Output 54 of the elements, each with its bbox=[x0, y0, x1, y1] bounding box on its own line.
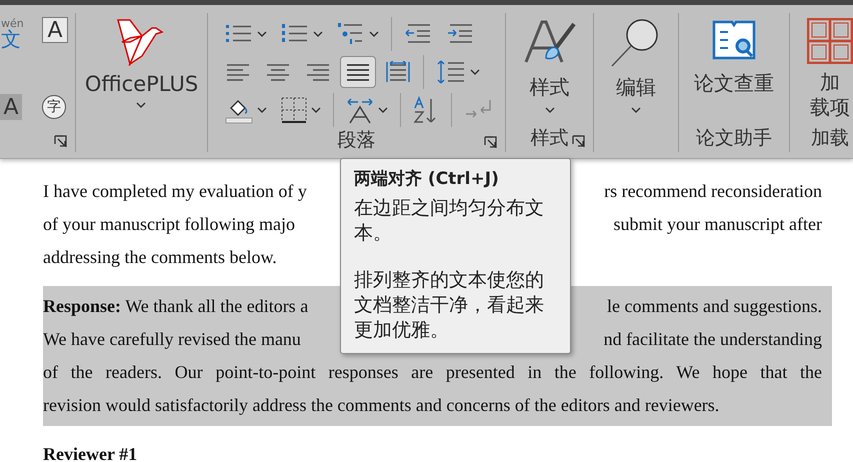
officeplus-button[interactable]: OfficePLUS bbox=[84, 13, 200, 124]
caret-icon bbox=[257, 107, 267, 113]
group-label: 段落 bbox=[338, 128, 376, 153]
caret-icon bbox=[311, 107, 321, 113]
text-fragment: Response: We thank all the editors a bbox=[43, 295, 308, 318]
caret-icon bbox=[136, 102, 146, 108]
character-shading-button[interactable]: A bbox=[0, 94, 22, 120]
caret-icon bbox=[544, 107, 554, 113]
text-fragment: le comments and suggestions. bbox=[607, 295, 822, 318]
text-line: addressing the comments below. bbox=[43, 246, 278, 269]
styles-button[interactable]: 样式 bbox=[520, 13, 578, 124]
text-fragment: rs recommend reconsideration bbox=[604, 180, 822, 203]
origami-bird-icon bbox=[116, 18, 166, 66]
text-line: of the readers. Our point-to-point responses are presented in the following. We hope that the bbox=[43, 361, 822, 384]
text-fragment: nd facilitate the understanding bbox=[604, 328, 822, 351]
plagiarism-check-button[interactable]: 论文查重 bbox=[693, 13, 775, 124]
caret-icon bbox=[257, 31, 267, 37]
grid-icon bbox=[807, 18, 853, 64]
add-ins-button[interactable]: 加 载项 bbox=[806, 13, 853, 124]
group-label: 加载 bbox=[811, 126, 849, 151]
text-line: revision would satisfactorily address the comments and concerns of the editors and reviewers. bbox=[43, 394, 720, 417]
caret-icon bbox=[313, 31, 323, 37]
align-distributed-icon bbox=[385, 61, 411, 83]
asian-layout-icon bbox=[346, 96, 374, 124]
dialog-launcher-icon[interactable] bbox=[484, 136, 497, 149]
caret-icon bbox=[378, 107, 388, 113]
tooltip-title: 两端对齐 (Ctrl+J) bbox=[354, 168, 500, 190]
align-left-icon bbox=[225, 61, 251, 83]
dialog-launcher-icon[interactable] bbox=[572, 135, 585, 148]
increase-indent-icon bbox=[446, 22, 474, 46]
justify-icon bbox=[345, 61, 371, 83]
justify-button[interactable] bbox=[340, 56, 376, 88]
text-fragment: I have completed my evaluation of y bbox=[43, 180, 307, 203]
line-spacing-icon bbox=[436, 59, 466, 85]
align-right-icon bbox=[305, 61, 331, 83]
character-border-button[interactable]: A bbox=[42, 17, 68, 43]
tooltip-text: 在边距之间均匀分布文本。 bbox=[354, 196, 545, 246]
tooltip-text: 排列整齐的文本使您的文档整洁干净，看起来更加优雅。 bbox=[354, 268, 545, 343]
text-fragment: of your manuscript following majo bbox=[43, 213, 295, 236]
borders-icon bbox=[281, 97, 307, 123]
multilevel-list-icon bbox=[337, 22, 365, 46]
caret-icon bbox=[631, 107, 641, 113]
editing-button[interactable]: 编辑 bbox=[609, 13, 663, 124]
section-heading: Reviewer #1 bbox=[43, 443, 138, 462]
decrease-indent-icon bbox=[404, 22, 432, 46]
enclose-characters-button[interactable]: 字 bbox=[42, 95, 66, 119]
group-label: 样式 bbox=[530, 126, 568, 151]
caret-icon bbox=[470, 69, 480, 75]
align-center-icon bbox=[265, 61, 291, 83]
dialog-launcher-icon[interactable] bbox=[54, 135, 67, 148]
caret-icon bbox=[369, 31, 379, 37]
text-fragment: submit your manuscript after bbox=[614, 213, 822, 236]
text-fragment: We have carefully revised the manu bbox=[43, 328, 301, 351]
group-label: 论文助手 bbox=[696, 126, 772, 151]
